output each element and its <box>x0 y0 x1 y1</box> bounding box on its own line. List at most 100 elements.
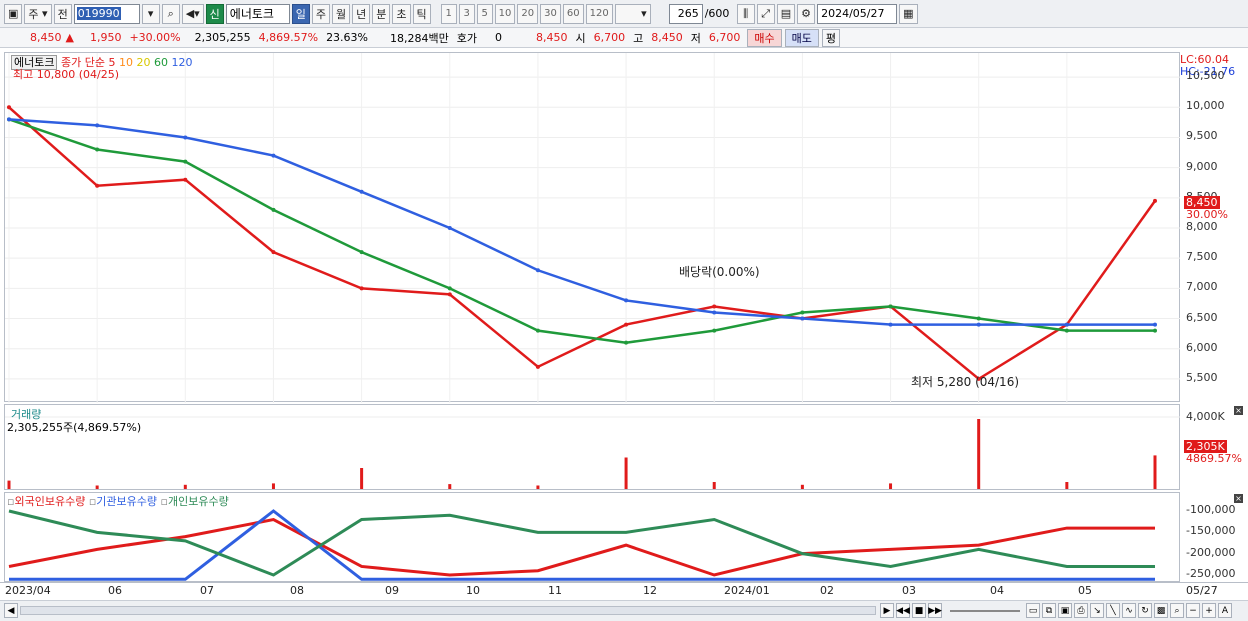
x-label: 04 <box>990 584 1004 597</box>
scroll-left-icon[interactable]: ◀ <box>4 603 18 618</box>
volume-bar <box>95 485 99 489</box>
text-icon[interactable]: A <box>1218 603 1232 618</box>
forward-icon[interactable]: ▶▶ <box>928 603 942 618</box>
price-series-point <box>712 328 717 333</box>
screen-icon[interactable]: ▣ <box>1058 603 1072 618</box>
zoom-slider[interactable] <box>950 610 1020 612</box>
price-chart-panel[interactable]: 에너토크 종가 단순 5 10 20 60 120 최고 10,800 (04/… <box>4 52 1181 403</box>
volume-bar <box>7 480 11 489</box>
volume-bar <box>183 484 187 489</box>
period-year-button[interactable]: 년 <box>352 3 371 24</box>
rewind-icon[interactable]: ◀◀ <box>896 603 910 618</box>
stock-code-input[interactable]: 019990 <box>73 3 140 24</box>
layout-icon[interactable]: ▭ <box>1026 603 1040 618</box>
price-series-point <box>888 304 893 309</box>
period-minute-button[interactable]: 분 <box>372 3 391 24</box>
volume-tick: 4,000K <box>1186 410 1225 423</box>
interval-3-button[interactable]: 3 <box>458 3 475 24</box>
price-series-point <box>183 159 188 164</box>
price-series-point <box>359 189 364 194</box>
candle-icon[interactable]: ⫼ <box>736 3 755 24</box>
code-dropdown-icon[interactable]: ▾ <box>141 3 160 24</box>
volume-bar <box>1065 482 1069 489</box>
zoom-search-icon[interactable]: ⌕ <box>1170 603 1184 618</box>
interval-120-button[interactable]: 120 <box>585 3 613 24</box>
volume-badge-pct: 4869.57% <box>1186 452 1242 465</box>
print-icon[interactable]: ⎙ <box>1074 603 1088 618</box>
volume-panel[interactable]: 거래량 2,305,255주(4,869.57%) <box>4 404 1181 490</box>
period-month-button[interactable]: 월 <box>332 3 351 24</box>
price-tick: 6,000 <box>1186 340 1218 354</box>
refresh-icon[interactable]: ↻ <box>1138 603 1152 618</box>
market-badge: 신 <box>205 3 224 24</box>
legend-ma-20: 20 <box>136 56 151 69</box>
low-label: 저 <box>690 31 701 45</box>
hoga-label: 호가 <box>456 31 477 45</box>
scroll-right-icon[interactable]: ▶ <box>880 603 894 618</box>
period-tick-button[interactable]: 틱 <box>412 3 431 24</box>
line-tool-icon[interactable]: ╲ <box>1106 603 1120 618</box>
holding-close-icon[interactable]: × <box>1234 494 1243 503</box>
chart-window-icon[interactable]: ▣ <box>4 3 23 24</box>
volume-value: 2,305,255 <box>194 31 251 44</box>
fib-icon[interactable]: ∿ <box>1122 603 1136 618</box>
all-button[interactable]: 전 <box>53 3 72 24</box>
sound-icon[interactable]: ◀▾ <box>181 3 204 24</box>
period-day-button[interactable]: 일 <box>291 3 310 24</box>
legend-individual: 개인보유수량 <box>167 495 229 508</box>
data-count-input[interactable]: 265 <box>668 3 703 24</box>
draw-tool-icon[interactable]: ⤢ <box>756 3 775 24</box>
volume-chart-svg <box>5 416 1181 489</box>
price-series-point <box>800 316 805 321</box>
interval-60-button[interactable]: 60 <box>562 3 584 24</box>
volume-bar <box>448 484 452 489</box>
holding-tick-1: -100,000 <box>1186 503 1236 516</box>
search-icon[interactable]: ⌕ <box>161 3 180 24</box>
date-input[interactable]: 2024/05/27 <box>817 3 898 24</box>
type-select[interactable]: 주 ▾ <box>24 3 52 24</box>
volume-bar <box>889 483 893 489</box>
image-icon[interactable]: ▩ <box>1154 603 1168 618</box>
scrollbar-track[interactable] <box>20 606 876 615</box>
chart-toolbar: ▣ 주 ▾ 전 019990 ▾ ⌕ ◀▾ 신 에너토크 일 주 월 년 분 초… <box>0 0 1248 28</box>
calendar-icon[interactable]: ▦ <box>899 3 918 24</box>
buy-button[interactable]: 매수 <box>747 28 782 47</box>
stop-icon[interactable]: ■ <box>912 603 926 618</box>
holding-tick-3: -200,000 <box>1186 546 1236 559</box>
price-series-point <box>271 153 276 158</box>
price-chart-svg <box>5 53 1181 403</box>
x-label: 09 <box>385 584 399 597</box>
interval-20-button[interactable]: 20 <box>517 3 539 24</box>
interval-10-button[interactable]: 10 <box>494 3 516 24</box>
price-series-line <box>8 106 1157 381</box>
gear-icon[interactable]: ⚙ <box>797 3 816 24</box>
price-series-point <box>624 322 629 327</box>
x-label: 11 <box>548 584 562 597</box>
flat-button[interactable]: 평 <box>821 28 840 47</box>
price-series-point <box>271 250 276 255</box>
price-series-point <box>1153 198 1157 203</box>
plus-icon[interactable]: + <box>1202 603 1216 618</box>
interval-30-button[interactable]: 30 <box>540 3 561 24</box>
x-label: 12 <box>643 584 657 597</box>
interval-5-button[interactable]: 5 <box>476 3 493 24</box>
save-icon[interactable]: ▤ <box>776 3 796 24</box>
data-count-total: /600 <box>704 7 730 20</box>
period-second-button[interactable]: 초 <box>392 3 411 24</box>
interval-1-button[interactable]: 1 <box>440 3 457 24</box>
holding-y-axis: -100,000 -150,000 -200,000 -250,000 <box>1180 492 1248 582</box>
price-change-pct: +30.00% <box>129 31 181 44</box>
copy-icon[interactable]: ⧉ <box>1042 603 1056 618</box>
minus-icon[interactable]: − <box>1186 603 1200 618</box>
volume-close-icon[interactable]: × <box>1234 406 1243 415</box>
low-price: 6,700 <box>708 31 741 44</box>
holding-panel[interactable]: ▫외국인보유수량 ▫기관보유수량 ▫개인보유수량 <box>4 492 1180 582</box>
sell-button[interactable]: 매도 <box>784 28 819 47</box>
interval-dropdown[interactable]: ▾ <box>614 3 651 24</box>
price-series-point <box>7 117 11 122</box>
period-week-button[interactable]: 주 <box>311 3 331 24</box>
price-series-point <box>95 183 100 188</box>
price-series-point <box>800 310 805 315</box>
volume-bar <box>1153 455 1157 489</box>
trend-icon[interactable]: ↘ <box>1090 603 1104 618</box>
